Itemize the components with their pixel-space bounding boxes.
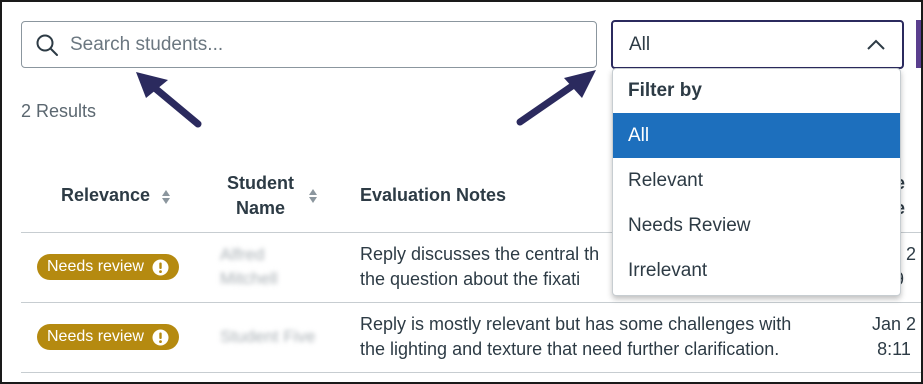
evaluation-note-line2: the lighting and texture that need furth… xyxy=(360,339,780,359)
status-badge: Needs review xyxy=(37,254,179,280)
filter-dropdown-menu: Filter by All Relevant Needs Review Irre… xyxy=(612,68,901,296)
arrow-annotation-icon xyxy=(516,70,596,126)
student-name-line2: Mitchell xyxy=(220,269,278,288)
filter-selected-value: All xyxy=(629,33,651,55)
filter-menu-header: Filter by xyxy=(628,80,702,101)
student-name-header-line1: Student xyxy=(227,172,294,193)
sort-icon xyxy=(162,189,171,204)
status-badge-label: Needs review xyxy=(47,328,144,345)
student-name[interactable]: Alfred Mitchell xyxy=(220,243,360,291)
status-badge: Needs review xyxy=(37,324,179,350)
relevance-header[interactable]: Relevance xyxy=(21,160,197,232)
status-badge-label: Needs review xyxy=(47,258,144,275)
search-field[interactable]: Search students... xyxy=(21,21,597,68)
evaluation-note: Reply is mostly relevant but has some ch… xyxy=(360,301,867,373)
student-name-header[interactable]: Student Name xyxy=(197,160,360,232)
search-input[interactable]: Search students... xyxy=(70,34,223,56)
arrow-annotation-icon xyxy=(136,72,202,128)
submission-date: Jan 2 8:11 xyxy=(867,301,921,373)
student-name-line1: Student Five xyxy=(220,327,316,346)
exclamation-circle-icon xyxy=(152,329,169,345)
filter-option-irrelevant[interactable]: Irrelevant xyxy=(613,248,900,293)
filter-option-needs-review[interactable]: Needs Review xyxy=(613,203,900,248)
chevron-up-icon xyxy=(867,39,885,50)
evaluation-note-line1: Reply is mostly relevant but has some ch… xyxy=(360,314,792,334)
edge-accent xyxy=(916,20,922,68)
filter-option-relevant[interactable]: Relevant xyxy=(613,158,900,203)
filter-option-all[interactable]: All xyxy=(613,113,900,158)
filter-select[interactable]: All xyxy=(611,20,904,69)
search-icon xyxy=(36,34,58,56)
student-name-line1: Alfred xyxy=(220,245,265,264)
evaluation-notes-label: Evaluation Notes xyxy=(360,185,507,206)
sort-icon xyxy=(309,188,317,203)
student-name[interactable]: Student Five xyxy=(220,325,360,349)
relevance-header-label: Relevance xyxy=(60,185,151,206)
table-row: Needs review Student Five Reply is mostl… xyxy=(21,301,921,373)
student-name-header-line2: Name xyxy=(235,197,286,218)
results-count: 2 Results xyxy=(21,101,97,121)
submission-date-line1: Jan 2 xyxy=(871,314,917,334)
submission-date-line2: 8:11 xyxy=(877,339,911,359)
exclamation-circle-icon xyxy=(152,259,169,275)
